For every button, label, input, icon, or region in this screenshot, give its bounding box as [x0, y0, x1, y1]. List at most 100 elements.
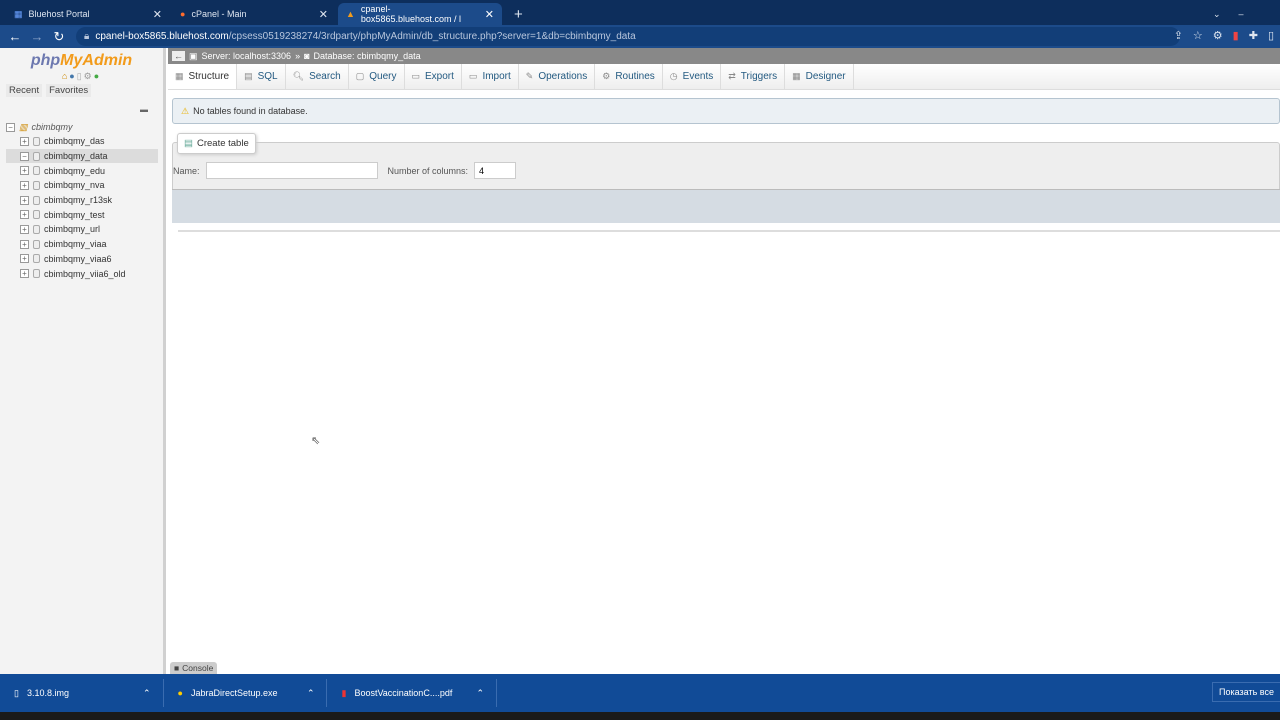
- database-icon: [33, 239, 40, 249]
- star-icon[interactable]: ☆: [1193, 29, 1203, 42]
- close-tab-icon[interactable]: ✕: [485, 8, 494, 21]
- expand-icon[interactable]: +: [20, 239, 29, 249]
- tab-bluehost-portal[interactable]: ▦ Bluehost Portal ✕: [6, 3, 170, 25]
- settings-icon[interactable]: ⚙: [84, 71, 94, 81]
- database-tree: − ▥ cbimbqmy + cbimbqmy_das − cbimbqmy_data + c…: [6, 120, 158, 281]
- favorites-tab[interactable]: Favorites: [46, 84, 92, 97]
- tab-operations[interactable]: ✎ Operations: [519, 64, 596, 89]
- mouse-cursor-icon: ⇖: [311, 435, 321, 447]
- expand-icon[interactable]: +: [20, 254, 29, 264]
- breadcrumb-database[interactable]: Database: cbimbqmy_data: [314, 51, 421, 61]
- create-table-legend: ▤ Create table: [177, 133, 256, 154]
- tab-phpmyadmin[interactable]: ▲ cpanel-box5865.bluehost.com / l ✕: [338, 3, 502, 25]
- url-input[interactable]: 🔒︎ cpanel-box5865.bluehost.com/cpsess0519…: [76, 27, 1180, 46]
- expand-icon[interactable]: +: [20, 180, 29, 190]
- file-icon: ▯: [14, 687, 19, 698]
- collapse-link-icon[interactable]: ▬: [140, 105, 148, 114]
- top-menu: ▦ Structure ▤ SQL 🔍︎ Search ▢ Query ▭ Export ▭ Impo…: [168, 64, 1280, 90]
- close-tab-icon[interactable]: ✕: [319, 8, 328, 21]
- extension-icon[interactable]: ⚙: [1213, 29, 1223, 42]
- tree-database-item[interactable]: + cbimbqmy_viaa6: [6, 252, 158, 267]
- forward-icon[interactable]: →: [26, 29, 48, 44]
- import-icon: ▭: [468, 71, 478, 81]
- back-icon[interactable]: ←: [4, 29, 26, 44]
- docs-icon[interactable]: ▯: [77, 71, 84, 81]
- database-icon: [33, 180, 40, 190]
- database-icon: [33, 166, 40, 176]
- tree-database-item[interactable]: + cbimbqmy_nva: [6, 178, 158, 193]
- download-item[interactable]: ▮ BoostVaccinationC....pdf ⌃: [327, 679, 497, 707]
- collapse-arrow-icon[interactable]: ←: [172, 51, 185, 61]
- tab-routines[interactable]: ⚙ Routines: [595, 64, 663, 89]
- grid-icon: ▦: [14, 8, 23, 19]
- tab-cpanel-main[interactable]: ● cPanel - Main ✕: [172, 3, 336, 25]
- tab-events[interactable]: ◷ Events: [663, 64, 722, 89]
- phpmyadmin-icon: ▲: [346, 9, 355, 19]
- expand-icon[interactable]: +: [20, 166, 29, 176]
- downloads-bar: ▯ 3.10.8.img ⌃ ● JabraDirectSetup.exe ⌃ ▮ Boo…: [0, 674, 1280, 712]
- sidepanel-icon[interactable]: ▯: [1268, 29, 1274, 42]
- tree-database-item[interactable]: + cbimbqmy_test: [6, 207, 158, 222]
- tab-import[interactable]: ▭ Import: [462, 64, 519, 89]
- show-all-button[interactable]: Показать все: [1212, 682, 1280, 702]
- new-tab-button[interactable]: +: [506, 3, 531, 25]
- address-bar: ← → ↻ 🔒︎ cpanel-box5865.bluehost.com/cpse…: [0, 25, 1280, 48]
- database-icon: [33, 210, 40, 220]
- tree-root[interactable]: − ▥ cbimbqmy: [6, 120, 158, 134]
- share-icon[interactable]: ⇪: [1174, 29, 1183, 42]
- operations-icon: ✎: [525, 71, 534, 81]
- close-tab-icon[interactable]: ✕: [153, 8, 162, 21]
- recent-tab[interactable]: Recent: [6, 84, 43, 97]
- window-controls[interactable]: ⌄ –: [1205, 3, 1252, 25]
- collapse-icon[interactable]: −: [6, 122, 15, 132]
- chevron-up-icon[interactable]: ⌃: [143, 688, 151, 699]
- phpmyadmin-logo[interactable]: phpMyAdmin: [0, 52, 163, 70]
- tab-structure[interactable]: ▦ Structure: [168, 64, 238, 89]
- breadcrumb-server[interactable]: Server: localhost:3306: [202, 51, 292, 61]
- tab-designer[interactable]: ▦ Designer: [785, 64, 854, 89]
- tree-database-item[interactable]: + cbimbqmy_das: [6, 134, 158, 149]
- chevron-up-icon[interactable]: ⌃: [476, 688, 484, 699]
- number-of-columns-input[interactable]: [474, 162, 517, 179]
- expand-icon[interactable]: +: [20, 224, 29, 234]
- tree-database-item[interactable]: − cbimbqmy_data: [6, 148, 158, 164]
- chevron-down-icon[interactable]: ⌄: [1213, 9, 1221, 20]
- table-name-input[interactable]: [205, 162, 378, 179]
- tab-sql[interactable]: ▤ SQL: [237, 64, 286, 89]
- tree-database-item[interactable]: + cbimbqmy_viaa: [6, 237, 158, 252]
- minimize-icon[interactable]: –: [1239, 9, 1244, 19]
- tab-query[interactable]: ▢ Query: [349, 64, 405, 89]
- tab-export[interactable]: ▭ Export: [405, 64, 462, 89]
- warning-icon: ⚠: [181, 105, 190, 116]
- server-db-icon: ▥: [19, 121, 28, 132]
- tree-database-item[interactable]: + cbimbqmy_viia6_old: [6, 266, 158, 281]
- expand-icon[interactable]: +: [20, 136, 29, 146]
- download-item[interactable]: ▯ 3.10.8.img ⌃: [0, 679, 164, 707]
- console-toggle[interactable]: ■ Console: [170, 662, 218, 674]
- reload-nav-icon[interactable]: ●: [94, 71, 101, 81]
- tree-database-item[interactable]: + cbimbqmy_url: [6, 222, 158, 237]
- logout-icon[interactable]: ●: [69, 71, 76, 81]
- tab-search[interactable]: 🔍︎ Search: [286, 64, 349, 89]
- console-icon: ■: [174, 663, 180, 673]
- expand-icon[interactable]: +: [20, 269, 29, 279]
- database-icon: [33, 254, 40, 264]
- export-icon: ▭: [411, 71, 421, 81]
- main-content: ← ▣ Server: localhost:3306 » ◙ Database: c…: [168, 48, 1280, 674]
- exe-icon: ●: [177, 688, 183, 698]
- notice-message: ⚠ No tables found in database.: [172, 98, 1280, 124]
- chevron-up-icon[interactable]: ⌃: [307, 688, 315, 699]
- expand-icon[interactable]: +: [20, 195, 29, 205]
- database-icon: [33, 224, 40, 234]
- extension-red-icon[interactable]: ▮: [1233, 29, 1239, 42]
- expand-icon[interactable]: +: [20, 210, 29, 220]
- routines-icon: ⚙: [602, 71, 611, 81]
- reload-icon[interactable]: ↻: [48, 29, 70, 45]
- tree-database-item[interactable]: + cbimbqmy_r13sk: [6, 193, 158, 208]
- puzzle-icon[interactable]: ✚: [1249, 29, 1258, 42]
- download-item[interactable]: ● JabraDirectSetup.exe ⌃: [164, 679, 328, 707]
- tree-database-item[interactable]: + cbimbqmy_edu: [6, 163, 158, 178]
- collapse-icon[interactable]: −: [20, 151, 29, 161]
- tab-triggers[interactable]: ⇄ Triggers: [721, 64, 786, 89]
- database-icon: [33, 136, 40, 146]
